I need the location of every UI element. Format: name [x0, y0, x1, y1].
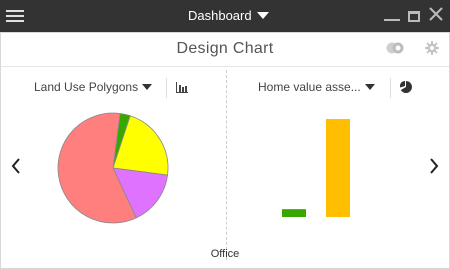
bar-chart-icon[interactable] — [176, 82, 188, 93]
maximize-icon[interactable] — [408, 10, 420, 22]
dashboard-title: Dashboard — [188, 8, 252, 23]
hamburger-icon[interactable] — [6, 7, 24, 25]
pie-chart-icon[interactable] — [400, 81, 412, 93]
window-controls — [384, 6, 444, 24]
widget-header: Design Chart — [0, 32, 450, 67]
toggle-chart-icon[interactable] — [386, 41, 404, 55]
chevron-left-icon[interactable] — [9, 156, 23, 176]
category-label: Office — [210, 248, 240, 260]
bar[interactable] — [282, 209, 306, 217]
bar[interactable] — [326, 119, 350, 217]
gear-icon[interactable] — [425, 41, 439, 55]
caret-down-icon — [256, 12, 269, 19]
chevron-right-icon[interactable] — [427, 156, 441, 176]
left-layer-label: Land Use Polygons — [34, 80, 139, 94]
minimize-icon[interactable] — [384, 9, 400, 21]
title-bar: Dashboard — [0, 0, 450, 32]
panel-divider — [226, 70, 227, 260]
close-icon[interactable] — [428, 6, 444, 24]
separator — [166, 78, 167, 98]
bar-chart — [282, 119, 350, 217]
caret-down-icon — [142, 84, 153, 90]
right-layer-label: Home value asse... — [258, 80, 361, 94]
left-layer-dropdown[interactable]: Land Use Polygons — [34, 80, 153, 94]
dashboard-dropdown[interactable]: Dashboard — [188, 8, 269, 23]
right-layer-dropdown[interactable]: Home value asse... — [258, 80, 375, 94]
pie-chart — [57, 112, 169, 224]
caret-down-icon — [364, 84, 375, 90]
separator — [390, 78, 391, 98]
chart-title: Design Chart — [176, 40, 274, 57]
